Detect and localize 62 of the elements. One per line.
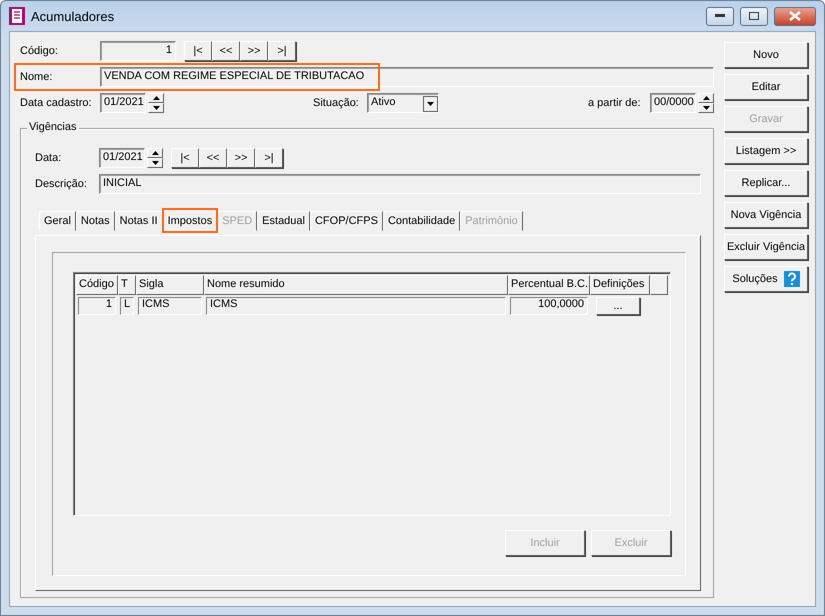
- field-label: Nome:: [20, 71, 54, 83]
- tab[interactable]: Notas: [76, 211, 115, 231]
- field-label: a partir de:: [588, 97, 642, 109]
- maximize-button[interactable]: [740, 6, 768, 26]
- nav-button[interactable]: |<: [184, 41, 212, 61]
- nav-button[interactable]: >|: [268, 41, 296, 61]
- column-header[interactable]: Definições: [590, 275, 650, 295]
- action-button[interactable]: Nova Vigência: [724, 202, 808, 228]
- action-button[interactable]: Listagem >>: [724, 138, 808, 164]
- action-button[interactable]: Excluir Vigência: [724, 234, 808, 260]
- tab[interactable]: Impostos: [162, 209, 218, 232]
- close-icon: [789, 11, 801, 21]
- close-button[interactable]: [774, 6, 816, 26]
- nav-button[interactable]: <<: [199, 148, 227, 168]
- column-header: [650, 275, 668, 295]
- window-title: Acumuladores: [31, 8, 116, 24]
- table-cell: 1: [78, 297, 116, 315]
- spin-buttons[interactable]: [698, 93, 714, 113]
- group-title: Vigências: [27, 121, 78, 133]
- date-field[interactable]: 01/2021: [99, 148, 145, 168]
- column-header[interactable]: T: [118, 275, 136, 295]
- field-label: Data cadastro:: [20, 97, 93, 109]
- maximize-icon: [749, 12, 759, 20]
- nav-button[interactable]: >>: [240, 41, 268, 61]
- description-field[interactable]: INICIAL: [99, 174, 701, 194]
- nav-button[interactable]: >>: [227, 148, 255, 168]
- status-select[interactable]: Ativo: [367, 93, 439, 113]
- table-cell: 100,0000: [510, 297, 588, 315]
- spin-buttons[interactable]: [147, 148, 163, 168]
- column-header[interactable]: Sigla: [136, 275, 204, 295]
- date-field[interactable]: 00/0000: [650, 93, 696, 113]
- tab[interactable]: Contabilidade: [382, 211, 460, 231]
- minimize-icon: [715, 14, 725, 18]
- table-cell: ICMS: [206, 297, 506, 315]
- tab[interactable]: CFOP/CFPS: [310, 211, 383, 231]
- tab[interactable]: Geral: [39, 211, 76, 231]
- tab[interactable]: Notas II: [114, 211, 163, 231]
- action-button[interactable]: Novo: [724, 42, 808, 68]
- spin-buttons[interactable]: [148, 93, 164, 113]
- field-label: Data:: [35, 152, 62, 164]
- action-button[interactable]: Editar: [724, 74, 808, 100]
- nav-button[interactable]: <<: [212, 41, 240, 61]
- table-cell: ICMS: [138, 297, 202, 315]
- tab[interactable]: Estadual: [257, 211, 310, 231]
- document-icon: [9, 7, 25, 25]
- field-label: Descrição:: [35, 178, 88, 190]
- action-button[interactable]: Soluções: [724, 266, 808, 292]
- minimize-button[interactable]: [706, 6, 734, 26]
- nav-button[interactable]: |<: [171, 148, 199, 168]
- table-cell: L: [120, 297, 134, 315]
- name-field[interactable]: VENDA COM REGIME ESPECIAL DE TRIBUTACAO: [100, 67, 714, 87]
- nav-button[interactable]: >|: [255, 148, 283, 168]
- column-header[interactable]: Nome resumido: [204, 275, 508, 295]
- definitions-button[interactable]: ...: [596, 297, 640, 315]
- help-icon: [784, 271, 800, 287]
- field-label: Código:: [20, 45, 59, 57]
- date-field[interactable]: 01/2021: [100, 93, 146, 113]
- column-header[interactable]: Percentual B.C.: [508, 275, 590, 295]
- action-button[interactable]: Replicar...: [724, 170, 808, 196]
- column-header[interactable]: Código: [76, 275, 118, 295]
- code-field[interactable]: 1: [100, 41, 176, 61]
- field-label: Situação:: [313, 97, 360, 109]
